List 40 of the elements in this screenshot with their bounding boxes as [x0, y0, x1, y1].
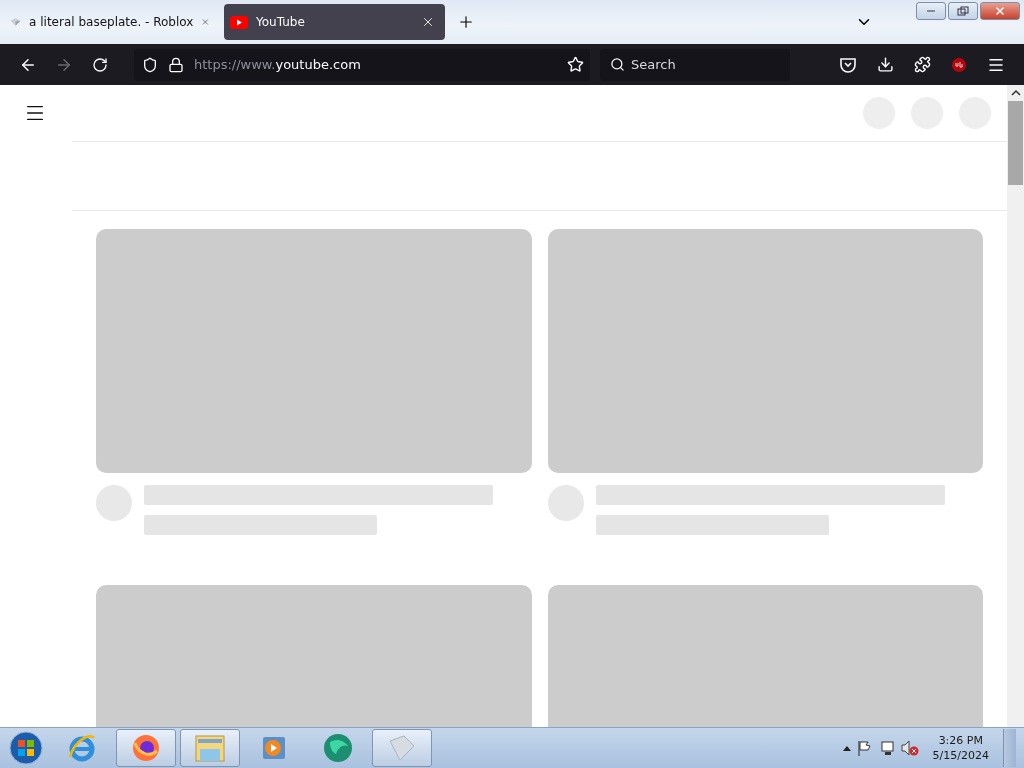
- close-icon[interactable]: [421, 15, 435, 29]
- restore-button[interactable]: [948, 2, 978, 20]
- download-icon[interactable]: [876, 56, 894, 73]
- scrollbar-thumb[interactable]: [1008, 101, 1023, 185]
- e-globe-icon: [67, 733, 97, 763]
- close-icon: [994, 5, 1006, 17]
- globe-icon: [322, 732, 354, 764]
- shield-badge-icon[interactable]: [951, 56, 967, 73]
- restore-icon: [957, 6, 969, 16]
- folder-icon: [194, 733, 226, 763]
- flag-icon[interactable]: [856, 740, 873, 756]
- search-icon: [610, 57, 625, 72]
- search-field[interactable]: Search: [600, 48, 790, 81]
- browser-tab[interactable]: a literal baseplate. - Roblox: [4, 4, 220, 40]
- bookmark-star-icon[interactable]: [567, 56, 584, 73]
- address-bar[interactable]: https://www.youtube.com: [134, 48, 590, 81]
- tray-arrow-icon[interactable]: [842, 745, 851, 751]
- taskbar-app[interactable]: [180, 729, 240, 767]
- muted-speaker-icon[interactable]: [900, 740, 919, 756]
- tile-icon: [10, 15, 22, 29]
- puzzle-icon[interactable]: [913, 56, 931, 73]
- plus-icon[interactable]: [457, 13, 475, 31]
- close-button[interactable]: [980, 2, 1020, 20]
- tile-icon: [387, 733, 417, 763]
- browser-tab[interactable]: YouTube: [224, 4, 445, 40]
- taskbar-app[interactable]: [116, 729, 176, 767]
- fox-globe-icon: [131, 733, 161, 763]
- search-input[interactable]: Search: [629, 56, 753, 73]
- minimize-button[interactable]: [916, 2, 946, 20]
- scroll-up-icon[interactable]: [1010, 89, 1021, 97]
- lock-icon: [168, 56, 184, 73]
- scrollbar[interactable]: [1007, 85, 1024, 727]
- pocket-icon[interactable]: [839, 56, 857, 73]
- network-icon[interactable]: [878, 740, 895, 756]
- shield-icon: [142, 56, 158, 73]
- play-icon: [260, 734, 288, 762]
- taskbar-app[interactable]: [372, 729, 432, 767]
- play-logo-icon: [230, 15, 248, 29]
- reload-icon[interactable]: [92, 56, 108, 73]
- clock[interactable]: 3:26 PM 5/15/2024: [932, 734, 989, 762]
